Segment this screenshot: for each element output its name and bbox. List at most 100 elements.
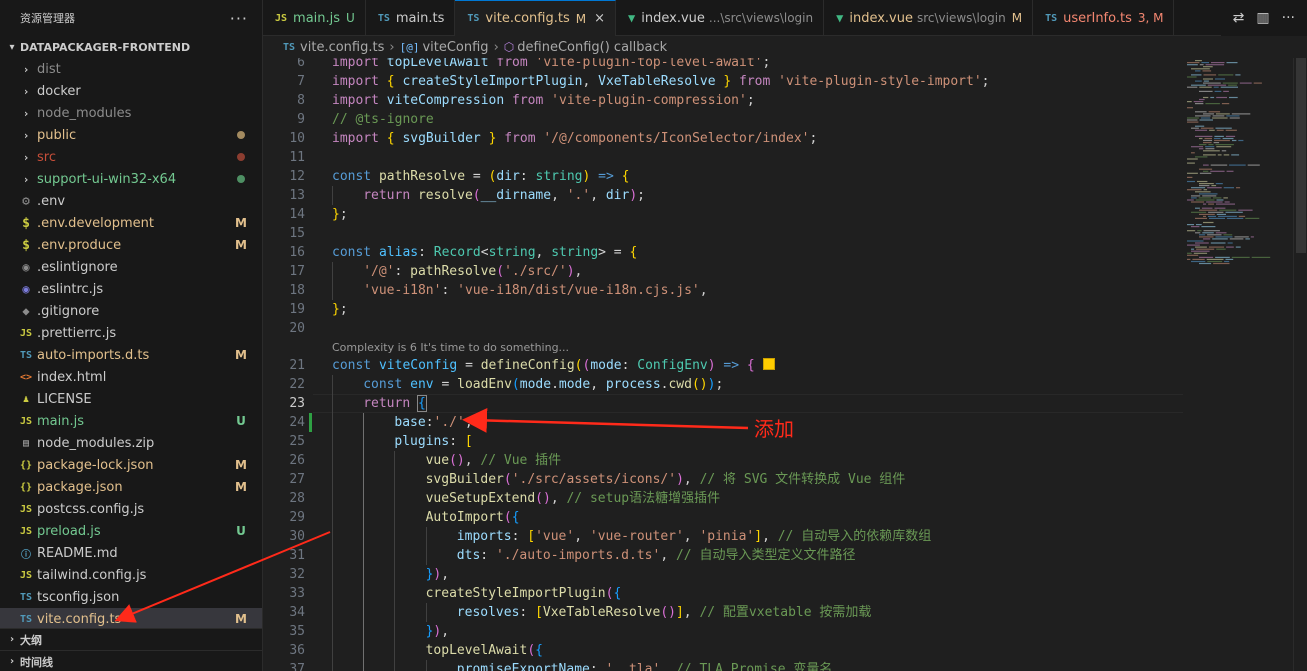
folder-support-ui-win32-x64[interactable]: › support-ui-win32-x64 <box>0 168 262 190</box>
code-line[interactable]: 22 const env = loadEnv(mode.mode, process… <box>263 375 1183 394</box>
folder-public[interactable]: › public <box>0 124 262 146</box>
minimap-line <box>1187 119 1198 121</box>
tab-userinfo-ts[interactable]: TS userInfo.ts 3, M <box>1033 0 1175 36</box>
tab-vite-config-ts[interactable]: TS vite.config.ts M × <box>455 0 617 36</box>
close-icon[interactable]: × <box>594 11 605 26</box>
outline-section-header[interactable]: › 大纲 <box>0 628 262 650</box>
file-eslintrc-js[interactable]: ◉ .eslintrc.js <box>0 278 262 300</box>
more-actions-icon[interactable]: ··· <box>1282 10 1295 26</box>
code-token: svgBuilder <box>425 472 504 487</box>
code-line[interactable]: 31 dts: './auto-imports.d.ts', // 自动导入类型定… <box>263 546 1183 565</box>
folder-src[interactable]: › src <box>0 146 262 168</box>
code-line[interactable]: 24 base:'./', <box>263 413 1183 432</box>
code-token: 'pinia' <box>699 529 755 544</box>
tab-index-vue-1[interactable]: ▼ index.vue ...\src\views\login <box>616 0 825 36</box>
code-line[interactable]: 7 import { createStyleImportPlugin, VxeTa… <box>263 72 1183 91</box>
code-line[interactable]: 10 import { svgBuilder } from '/@/compone… <box>263 129 1183 148</box>
file-env-development[interactable]: $ .env.development M <box>0 212 262 234</box>
minimap[interactable] <box>1181 58 1293 671</box>
minimap-line <box>1187 176 1193 178</box>
file-tailwind-config-js[interactable]: JS tailwind.config.js <box>0 564 262 586</box>
file-readme-md[interactable]: ⓘ README.md <box>0 542 262 564</box>
minimap-line <box>1199 256 1214 258</box>
minimap-line <box>1224 260 1230 263</box>
more-actions-icon[interactable]: ··· <box>230 9 248 28</box>
code-line[interactable]: 29 AutoImport({ <box>263 508 1183 527</box>
breadcrumb-symbol-viteconfig[interactable]: viteConfig <box>422 40 488 55</box>
breadcrumb-file[interactable]: vite.config.ts <box>300 40 384 55</box>
git-modified-gutter-marker <box>309 413 312 432</box>
file-package-json[interactable]: {} package.json M <box>0 476 262 498</box>
code-line[interactable]: 17 '/@': pathResolve('./src/'), <box>263 262 1183 281</box>
code-line[interactable]: 19}; <box>263 300 1183 319</box>
minimap-line <box>1238 139 1244 142</box>
code-line[interactable]: 13 return resolve(__dirname, '.', dir); <box>263 186 1183 205</box>
file-main-js[interactable]: JS main.js U <box>0 410 262 432</box>
code-line[interactable]: 20 <box>263 319 1183 338</box>
code-token: const <box>332 169 372 184</box>
code-line[interactable]: 9 // @ts-ignore <box>263 110 1183 129</box>
code-line[interactable]: 28 vueSetupExtend(), // setup语法糖增强插件 <box>263 489 1183 508</box>
minimap-line <box>1223 234 1233 236</box>
code-line[interactable]: 15 <box>263 224 1183 243</box>
folder-node-modules[interactable]: › node_modules <box>0 102 262 124</box>
compare-changes-icon[interactable]: ⇄ <box>1233 10 1245 26</box>
file-preload-js[interactable]: JS preload.js U <box>0 520 262 542</box>
file-prettierrc-js[interactable]: JS .prettierrc.js <box>0 322 262 344</box>
code-line[interactable]: 37 promiseExportName: '__tla', // TLA Pro… <box>263 660 1183 671</box>
split-editor-icon[interactable]: ▥ <box>1256 10 1269 26</box>
code-editor[interactable]: 6 import topLevelAwait from 'vite-plugin-… <box>263 58 1307 671</box>
minimap-line <box>1218 74 1234 76</box>
project-section-header[interactable]: ▾ DATAPACKAGER-FRONTEND <box>0 36 262 58</box>
minimap-line <box>1195 242 1209 244</box>
code-token: from <box>504 131 536 146</box>
code-line[interactable]: 18 'vue-i18n': 'vue-i18n/dist/vue-i18n.cj… <box>263 281 1183 300</box>
code-text: AutoImport({ <box>426 508 520 527</box>
file-eslintignore[interactable]: ◉ .eslintignore <box>0 256 262 278</box>
color-decorator-icon[interactable] <box>762 358 775 370</box>
folder-docker[interactable]: › docker <box>0 80 262 102</box>
code-line[interactable]: 35}), <box>263 622 1183 641</box>
code-line[interactable]: 8 import viteCompression from 'vite-plugi… <box>263 91 1183 110</box>
file-env[interactable]: ⚙ .env <box>0 190 262 212</box>
code-line[interactable]: 26 vue(), // Vue 插件 <box>263 451 1183 470</box>
indent-guide <box>332 186 333 205</box>
minimap-line <box>1191 248 1195 250</box>
tab-index-vue-2[interactable]: ▼ index.vue src\views\login M <box>824 0 1034 36</box>
codelens-complexity[interactable]: Complexity is 6 It's time to do somethin… <box>332 340 569 356</box>
code-line[interactable]: 25 plugins: [ <box>263 432 1183 451</box>
code-line[interactable]: 6 import topLevelAwait from 'vite-plugin-… <box>263 58 1183 72</box>
file-index-html[interactable]: <> index.html <box>0 366 262 388</box>
code-text: resolves: [VxeTableResolve()], // 配置vxet… <box>457 603 872 622</box>
file-license[interactable]: ♟ LICENSE <box>0 388 262 410</box>
file-auto-imports-d-ts[interactable]: TS auto-imports.d.ts M <box>0 344 262 366</box>
code-line[interactable]: 36 topLevelAwait({ <box>263 641 1183 660</box>
code-line[interactable]: 30 imports: ['vue', 'vue-router', 'pinia'… <box>263 527 1183 546</box>
code-line[interactable]: 21 const viteConfig = defineConfig((mode:… <box>263 356 1183 375</box>
file-env-produce[interactable]: $ .env.produce M <box>0 234 262 256</box>
timeline-section-header[interactable]: › 时间线 <box>0 650 262 671</box>
code-line[interactable]: 14}; <box>263 205 1183 224</box>
tab-main-ts[interactable]: TS main.ts <box>366 0 456 36</box>
code-line[interactable]: 11 <box>263 148 1183 167</box>
file-gitignore[interactable]: ◆ .gitignore <box>0 300 262 322</box>
git-status-badge: M <box>235 216 247 230</box>
tab-main-js[interactable]: JS main.js U <box>263 0 366 36</box>
breadcrumb-symbol-callback[interactable]: defineConfig() callback <box>517 40 667 55</box>
git-status-badge: M <box>235 458 247 472</box>
file-tsconfig-json[interactable]: TS tsconfig.json <box>0 586 262 608</box>
code-line[interactable]: 34 resolves: [VxeTableResolve()], // 配置vx… <box>263 603 1183 622</box>
vertical-scrollbar[interactable] <box>1293 58 1307 671</box>
code-line[interactable]: 33 createStyleImportPlugin({ <box>263 584 1183 603</box>
scrollbar-thumb[interactable] <box>1296 58 1306 253</box>
code-line[interactable]: 23 return { <box>263 394 1183 413</box>
code-line[interactable]: 16 const alias: Record<string, string> = … <box>263 243 1183 262</box>
code-line[interactable]: 32}), <box>263 565 1183 584</box>
code-line[interactable]: 12 const pathResolve = (dir: string) => { <box>263 167 1183 186</box>
file-postcss-config-js[interactable]: JS postcss.config.js <box>0 498 262 520</box>
code-line[interactable]: 27 svgBuilder('./src/assets/icons/'), // … <box>263 470 1183 489</box>
file-node-modules-zip[interactable]: ▤ node_modules.zip <box>0 432 262 454</box>
folder-dist[interactable]: › dist <box>0 58 262 80</box>
file-package-lock-json[interactable]: {} package-lock.json M <box>0 454 262 476</box>
file-vite-config-ts[interactable]: TS vite.config.ts M <box>0 608 262 630</box>
